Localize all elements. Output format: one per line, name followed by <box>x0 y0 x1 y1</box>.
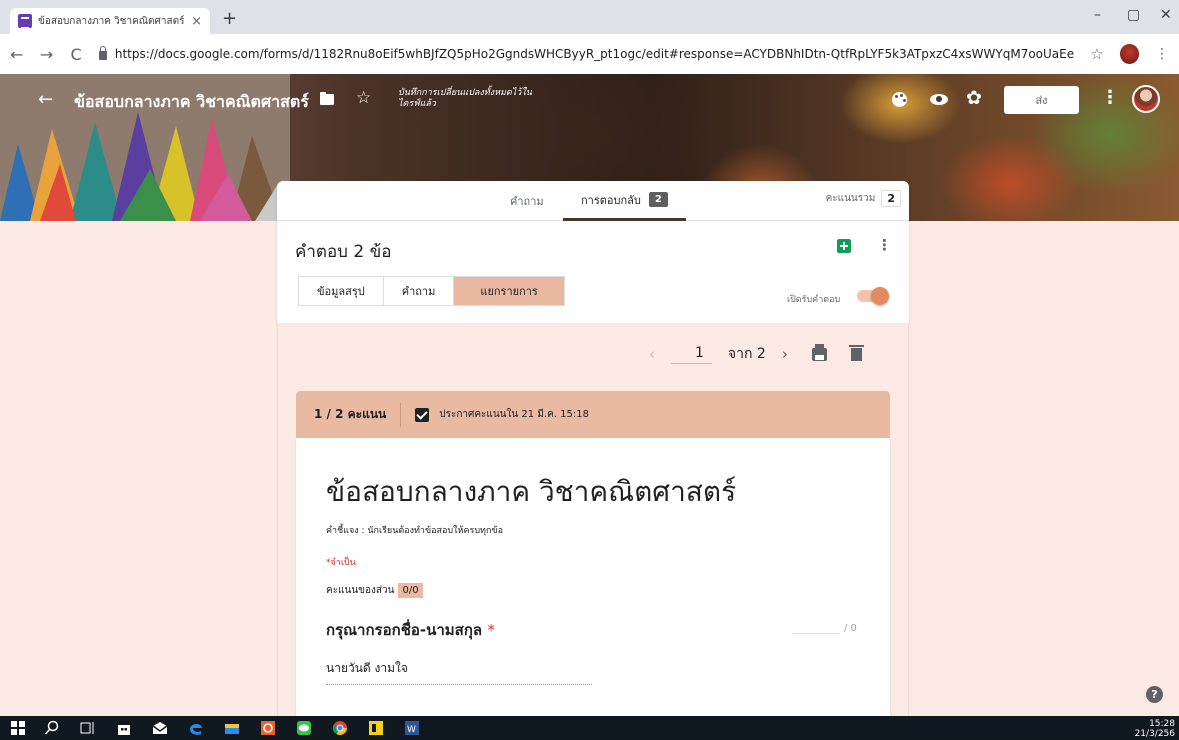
more-vert-icon[interactable]: ⋮ <box>1101 87 1119 108</box>
restore-button[interactable]: ▢ <box>1127 7 1140 23</box>
pager-of-text: จาก <box>727 346 753 362</box>
section-score-value: 0/0 <box>398 583 423 598</box>
windows-icon[interactable] <box>10 720 26 736</box>
pager-total: 2 <box>756 346 766 362</box>
tab-questions-label: คำถาม <box>510 195 544 208</box>
windows-taskbar: W 15:28 21/3/256 <box>0 716 1179 740</box>
total-score-value: 2 <box>881 190 901 207</box>
url-text[interactable]: https://docs.google.com/forms/d/1182Rnu8… <box>115 47 1074 61</box>
word-icon[interactable]: W <box>404 720 420 736</box>
view-summary-button[interactable]: ข้อมูลสรุป <box>299 277 384 305</box>
chrome-icon[interactable] <box>332 720 348 736</box>
gear-icon[interactable]: ✿ <box>966 87 982 109</box>
mail-icon[interactable] <box>152 720 168 736</box>
eye-icon[interactable] <box>930 94 948 105</box>
new-tab-button[interactable]: + <box>222 8 237 29</box>
delete-icon[interactable] <box>848 344 864 361</box>
browser-tab-strip: ข้อสอบกลางภาค วิชาคณิตศาสตร์ - G × + – ▢… <box>0 0 1179 34</box>
reload-icon[interactable]: C <box>69 45 83 64</box>
profile-avatar[interactable] <box>1119 44 1140 64</box>
more-vert-icon[interactable]: ⋮ <box>877 236 892 254</box>
search-icon[interactable] <box>44 720 60 736</box>
view-individual-button[interactable]: แยกรายการ <box>454 277 564 305</box>
forward-icon[interactable]: → <box>40 45 54 64</box>
clock-date: 21/3/256 <box>1134 729 1175 739</box>
responses-card: คำถาม การตอบกลับ 2 คะแนนรวม 2 คำตอบ 2 ข้… <box>277 181 909 323</box>
points-max: / 0 <box>844 623 857 634</box>
taskbar-clock[interactable]: 15:28 21/3/256 <box>1135 719 1175 739</box>
tab-responses[interactable]: การตอบกลับ 2 <box>563 181 686 221</box>
browser-tab[interactable]: ข้อสอบกลางภาค วิชาคณิตศาสตร์ - G × <box>10 8 210 34</box>
checkbox-icon <box>415 407 430 422</box>
response-card: ข้อสอบกลางภาค วิชาคณิตศาสตร์ คำชี้แจง : … <box>296 438 890 716</box>
edge-icon[interactable] <box>188 720 204 736</box>
quiz-title: ข้อสอบกลางภาค วิชาคณิตศาสตร์ <box>326 475 737 508</box>
main-tabs: คำถาม การตอบกลับ 2 คะแนนรวม 2 <box>277 181 909 221</box>
file-explorer-icon[interactable] <box>224 720 240 736</box>
response-score: 1 / 2 คะแนน <box>314 407 387 421</box>
required-note: *จำเป็น <box>326 558 356 568</box>
chevron-right-icon[interactable]: › <box>782 345 788 363</box>
section-score-label: คะแนนของส่วน <box>326 585 395 596</box>
question-title: กรุณากรอกชื่อ-นามสกุล * <box>326 618 495 642</box>
user-avatar[interactable] <box>1132 85 1160 113</box>
sheets-icon[interactable] <box>837 239 851 253</box>
response-pager: ‹ 1 จาก 2 › <box>649 343 864 365</box>
svg-text:W: W <box>407 725 416 735</box>
divider <box>400 402 402 427</box>
required-asterisk: * <box>487 621 495 639</box>
help-icon[interactable]: ? <box>1146 686 1163 703</box>
browser-menu-icon[interactable]: ⋮ <box>1155 46 1169 62</box>
line-icon[interactable] <box>296 720 312 736</box>
store-icon[interactable] <box>116 720 132 736</box>
view-question-button[interactable]: คำถาม <box>383 277 455 305</box>
points-input[interactable] <box>792 618 840 634</box>
tab-title: ข้อสอบกลางภาค วิชาคณิตศาสตร์ - G <box>38 15 185 27</box>
browser-toolbar: ← → C https://docs.google.com/forms/d/11… <box>0 34 1179 74</box>
responses-heading: คำตอบ 2 ข้อ <box>295 242 392 262</box>
folder-icon[interactable] <box>320 92 334 105</box>
forms-list-icon <box>18 14 32 29</box>
palette-icon[interactable] <box>892 92 907 107</box>
pager-of-label: จาก 2 <box>728 343 766 365</box>
snipping-icon[interactable] <box>260 720 276 736</box>
sticky-notes-icon[interactable] <box>368 720 384 736</box>
score-band: 1 / 2 คะแนน ประกาศคะแนนใน 21 มี.ค. 15:18 <box>296 391 890 438</box>
question-text: กรุณากรอกชื่อ-นามสกุล <box>326 621 483 639</box>
accepting-responses-label: เปิดรับคำตอบ <box>787 295 841 305</box>
form-title[interactable]: ข้อสอบกลางภาค วิชาคณิตศาสตร์ <box>74 90 309 115</box>
total-score: คะแนนรวม 2 <box>826 190 901 207</box>
send-button[interactable]: ส่ง <box>1004 86 1079 114</box>
star-icon[interactable]: ☆ <box>356 88 371 108</box>
score-released-text: ประกาศคะแนนใน 21 มี.ค. 15:18 <box>439 409 589 420</box>
quiz-instructions: คำชี้แจง : นักเรียนต้องทำข้อสอบให้ครบทุก… <box>326 526 503 536</box>
total-score-label: คะแนนรวม <box>825 193 876 204</box>
tab-questions[interactable]: คำถาม <box>510 181 544 221</box>
print-icon[interactable] <box>811 343 827 361</box>
question-points: / 0 <box>792 618 857 634</box>
page-number-input[interactable]: 1 <box>671 345 712 364</box>
view-switcher: ข้อมูลสรุป คำถาม แยกรายการ <box>298 276 565 306</box>
close-window-button[interactable]: ✕ <box>1160 7 1172 23</box>
back-arrow-icon[interactable]: ← <box>38 89 53 110</box>
task-view-icon[interactable] <box>80 720 96 736</box>
clock-time: 15:28 <box>1149 719 1175 729</box>
address-bar[interactable]: https://docs.google.com/forms/d/1182Rnu8… <box>98 40 1074 68</box>
chevron-left-icon[interactable]: ‹ <box>649 345 655 363</box>
section-score: คะแนนของส่วน 0/0 <box>326 583 423 598</box>
tab-close-icon[interactable]: × <box>191 14 202 29</box>
responses-count-badge: 2 <box>648 192 668 207</box>
answer-text: นายวันดี งามใจ <box>326 659 592 685</box>
tab-responses-label: การตอบกลับ <box>581 193 641 207</box>
lock-icon <box>98 46 107 60</box>
minimize-button[interactable]: – <box>1094 7 1101 23</box>
accepting-responses-toggle[interactable] <box>857 287 889 305</box>
saved-status: บันทึกการเปลี่ยนแปลงทั้งหมดไว้ในไดรฟ์แล้… <box>398 88 532 109</box>
bookmark-star-icon[interactable]: ☆ <box>1090 45 1103 63</box>
back-icon[interactable]: ← <box>10 45 24 64</box>
